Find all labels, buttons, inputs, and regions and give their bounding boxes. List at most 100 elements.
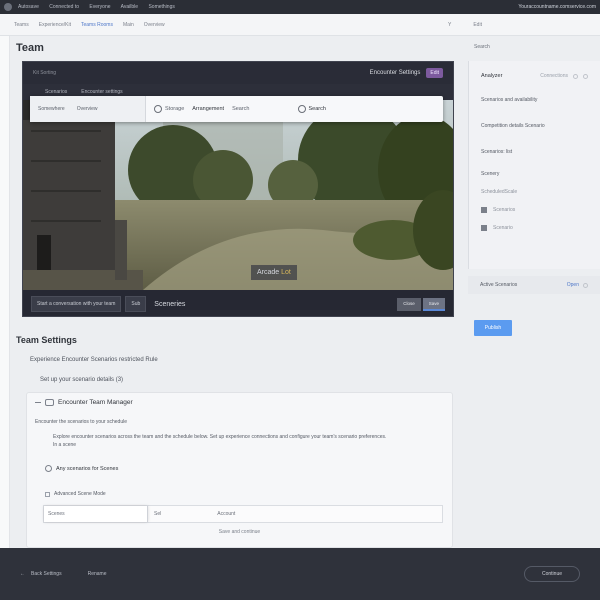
toolbar-search-button-label: Search — [308, 106, 326, 112]
section-title: Team Settings — [16, 335, 77, 345]
toolbar-storage-label: Storage — [165, 106, 185, 112]
breadcrumb-item[interactable]: Teams — [14, 22, 29, 28]
publish-button[interactable]: Publish — [474, 320, 512, 336]
preview-sub-item[interactable]: Encounter settings — [81, 89, 122, 95]
folder-icon — [481, 225, 487, 231]
folder-icon — [481, 207, 487, 213]
toolbar-left-group: Somewhere Overview — [30, 96, 146, 122]
scene-account-cell[interactable]: Account — [211, 511, 235, 517]
preview-footer-buttons: Close Save — [397, 297, 445, 311]
card-paragraph-text: Explore encounter scenarios across the t… — [53, 434, 387, 440]
advanced-mode-checkbox[interactable]: Advanced Scene Mode — [45, 491, 106, 497]
scene-caption-text: Arcade — [257, 269, 280, 276]
nav-edit-link[interactable]: Edit — [473, 22, 482, 28]
top-bar: Autosave Connected to Everyone Availble … — [0, 0, 600, 14]
rename-link[interactable]: Rename — [88, 571, 107, 577]
analyzer-footer: Active Scenarios Open — [468, 276, 600, 294]
toolbar-search[interactable]: Search — [297, 105, 326, 113]
open-link[interactable]: Open — [567, 282, 579, 288]
app-menu-icon[interactable] — [4, 3, 12, 11]
breadcrumb-item[interactable]: Experience/Kit — [39, 22, 71, 28]
analyzer-row[interactable]: ScheduledScale — [469, 183, 600, 201]
analyzer-row-label: Scenarios and availability — [481, 97, 538, 103]
scene-name-input[interactable]: Scenes — [44, 506, 148, 522]
team-manager-card: Encounter Team Manager Encounter the sce… — [26, 392, 453, 548]
analyzer-header: Analyzer Connections — [469, 61, 600, 87]
bottom-bar: ← Back Settings Rename Continue — [0, 548, 600, 600]
card-header: Encounter Team Manager — [35, 399, 133, 406]
top-menu-item[interactable]: Availble — [121, 4, 138, 10]
analyzer-row-label: Competition details Scenario — [481, 123, 545, 129]
left-rail — [0, 36, 10, 548]
collapse-icon[interactable] — [35, 402, 41, 403]
analyzer-row-label: Scenario — [493, 225, 513, 231]
preview-header-left: Kit Sorting — [33, 70, 57, 76]
preview-edit-button[interactable]: Edit — [426, 68, 443, 78]
checkbox-icon — [45, 491, 50, 497]
top-menu-item[interactable]: Somethings — [148, 4, 174, 10]
active-scenarios-label: Active Scenarios — [480, 282, 518, 288]
top-menu: Autosave Connected to Everyone Availble … — [18, 4, 184, 10]
more-icon[interactable] — [583, 282, 588, 288]
scene-caption-highlight: Lot — [281, 269, 291, 276]
breadcrumb-item[interactable]: Main — [123, 22, 134, 28]
scene-select-cell[interactable]: Sel — [148, 511, 161, 517]
toolbar-left-item[interactable]: Somewhere — [38, 106, 65, 112]
analyzer-row[interactable]: Scenarios: list — [469, 139, 600, 165]
save-button[interactable]: Save — [422, 297, 445, 311]
scenes-radio[interactable]: Any scenarios for Scenes — [45, 465, 118, 472]
toolbar-arrangement-label: Arrangement — [192, 106, 225, 112]
settings-icon[interactable] — [583, 73, 588, 79]
breadcrumb-item[interactable]: Overview — [144, 22, 165, 28]
preview-sub-item[interactable]: Scenarios — [45, 89, 67, 95]
close-button[interactable]: Close — [397, 297, 421, 311]
preview-header-title: Encounter Settings — [369, 70, 421, 76]
scene-entry-row: Scenes Sel Account — [43, 505, 443, 523]
breadcrumb: Teams Experience/Kit Teams Rooms Main Ov… — [0, 14, 600, 36]
analyzer-row[interactable]: Scenarios and availability — [469, 87, 600, 113]
account-name[interactable]: Youraccountname.comservice.com — [518, 4, 596, 10]
scene-image — [23, 100, 453, 290]
arrow-left-icon: ← — [20, 571, 25, 577]
continue-button[interactable]: Continue — [524, 566, 580, 582]
save-continue-link[interactable]: Save and continue — [27, 529, 452, 535]
scenes-radio-label: Any scenarios for Scenes — [56, 465, 119, 472]
search-icon — [297, 105, 306, 113]
toolbar-storage[interactable]: Storage — [154, 105, 184, 113]
analyzer-row[interactable]: Scenarios — [469, 201, 600, 219]
card-subtitle: Encounter the scenarios to your schedule — [35, 419, 127, 425]
analyzer-row[interactable]: Scenery — [469, 165, 600, 183]
radio-icon — [45, 465, 52, 472]
scene-name-value: Scenes — [48, 511, 65, 517]
info-icon[interactable] — [573, 73, 578, 79]
preview-sub-tag[interactable]: Sub — [125, 296, 147, 312]
analyzer-row[interactable]: Scenario — [469, 219, 600, 237]
preview-footer: Start a conversation with your team Sub … — [23, 290, 453, 316]
toolbar-search-label: Search — [232, 106, 250, 112]
top-menu-item[interactable]: Connected to — [49, 4, 79, 10]
nav-actions: Y Edit — [448, 22, 482, 28]
nav-filter-icon[interactable]: Y — [448, 22, 451, 28]
scene-caption: Arcade Lot — [251, 265, 297, 280]
back-settings-link[interactable]: ← Back Settings — [20, 571, 62, 577]
toolbar-arrangement[interactable]: Arrangement — [192, 106, 224, 112]
advanced-mode-label: Advanced Scene Mode — [54, 491, 106, 497]
analyzer-row[interactable]: Competition details Scenario — [469, 113, 600, 139]
page-title: Team — [16, 42, 44, 54]
floating-toolbar: Somewhere Overview Storage Arrangement S… — [30, 96, 443, 122]
analyzer-row-label: Scenarios: list — [481, 149, 513, 155]
analyzer-row-label: ScheduledScale — [481, 189, 518, 195]
search-link[interactable]: Search — [474, 44, 490, 50]
breadcrumb-item-active[interactable]: Teams Rooms — [81, 22, 113, 28]
preview-header: Kit Sorting Encounter Settings Edit — [23, 62, 453, 84]
top-menu-item[interactable]: Everyone — [89, 4, 110, 10]
analyzer-subtitle[interactable]: Connections — [540, 73, 568, 79]
card-paragraph: Explore encounter scenarios across the t… — [53, 433, 433, 449]
conversation-input[interactable]: Start a conversation with your team — [31, 296, 122, 312]
toolbar-left-item[interactable]: Overview — [77, 106, 98, 112]
top-menu-item[interactable]: Autosave — [18, 4, 39, 10]
section-subdescription: Set up your scenario details (3) — [40, 377, 124, 383]
analyzer-panel: Analyzer Connections Scenarios and avail… — [468, 61, 600, 269]
toolbar-search-text[interactable]: Search — [232, 106, 249, 112]
card-title: Encounter Team Manager — [58, 399, 133, 406]
